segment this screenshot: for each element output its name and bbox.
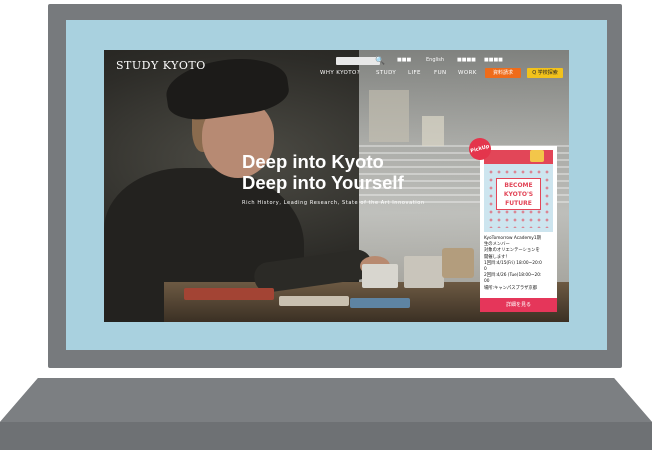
nav-work[interactable]: WORK: [458, 69, 477, 77]
nav-why-kyoto[interactable]: WHY KYOTO?: [320, 69, 360, 77]
pickup-details-button[interactable]: 詳細を見る: [480, 298, 557, 312]
utility-link[interactable]: ■■■■: [457, 55, 476, 65]
website-view: STUDY KYOTO 🔍 ■■■ English ■■■■ ■■■■ WHY …: [104, 50, 569, 322]
desk-tool: [362, 264, 398, 288]
desk-tool: [279, 296, 349, 306]
pickup-card[interactable]: BECOME KYOTO'S FUTURE KyoTomorrow Academ…: [480, 146, 557, 312]
pickup-description: KyoTomorrow Academy1期 生のメンバー 対象のオリエンテーショ…: [484, 236, 554, 292]
desk-tool: [184, 288, 274, 300]
hero-subtitle: Rich History, Leading Research, State of…: [242, 200, 425, 206]
search-icon[interactable]: 🔍: [374, 55, 386, 67]
school-search-button[interactable]: Q 学校探索: [527, 68, 563, 78]
nav-study[interactable]: STUDY: [376, 69, 396, 77]
desk-tool: [442, 248, 474, 278]
language-link-english[interactable]: English: [426, 55, 444, 65]
request-materials-button[interactable]: 資料請求: [485, 68, 521, 78]
nav-life[interactable]: LIFE: [408, 69, 421, 77]
laptop-base: [0, 378, 652, 450]
hero-title-line2: Deep into Yourself: [242, 172, 404, 193]
poster-tower-graphic: [530, 150, 544, 162]
desk-tool: [350, 298, 410, 308]
desk-tool: [404, 256, 444, 288]
utility-link[interactable]: ■■■■: [484, 55, 503, 65]
background-note: [369, 90, 409, 142]
nav-fun[interactable]: FUN: [434, 69, 447, 77]
utility-link[interactable]: ■■■: [397, 55, 411, 65]
poster-headline: BECOME KYOTO'S FUTURE: [496, 178, 541, 210]
pickup-line: 場所:キャンパスプラザ京都: [484, 285, 538, 291]
event-poster-image: BECOME KYOTO'S FUTURE: [484, 150, 553, 232]
background-note: [422, 116, 444, 146]
hero-title-line1: Deep into Kyoto: [242, 151, 384, 172]
site-logo[interactable]: STUDY KYOTO: [116, 59, 206, 72]
